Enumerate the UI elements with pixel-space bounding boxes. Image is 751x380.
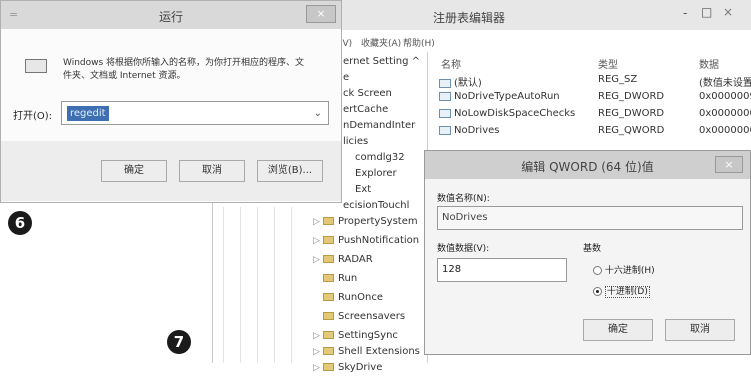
tree-item[interactable]: Screensavers bbox=[313, 311, 405, 329]
folder-icon bbox=[323, 236, 334, 244]
string-value-icon bbox=[439, 78, 451, 88]
table-row[interactable]: NoLowDiskSpaceChecks REG_DWORD 0x0000000… bbox=[433, 108, 751, 124]
folder-icon bbox=[323, 293, 334, 301]
column-header-name[interactable]: 名称 bbox=[441, 56, 461, 71]
table-row[interactable]: NoDrives REG_QWORD 0x00000000 bbox=[433, 125, 751, 141]
expand-icon[interactable]: ▷ bbox=[313, 217, 323, 227]
tree-guide-line bbox=[291, 207, 292, 363]
binary-value-icon bbox=[439, 91, 451, 101]
tree-item[interactable]: Run bbox=[313, 273, 357, 291]
tree-item[interactable]: RunOnce bbox=[313, 292, 383, 310]
run-body: Windows 将根据你所输入的名称，为你打开相应的程序、文件夹、文档或 Int… bbox=[1, 29, 341, 202]
expand-icon[interactable]: ▷ bbox=[313, 331, 323, 341]
chevron-down-icon[interactable]: ⌄ bbox=[314, 103, 322, 125]
folder-icon bbox=[323, 274, 334, 282]
column-header-data[interactable]: 数据 bbox=[699, 56, 719, 71]
folder-icon bbox=[323, 312, 334, 320]
menu-favorites[interactable]: 收藏夹(A) bbox=[361, 36, 401, 49]
folder-icon bbox=[323, 363, 334, 371]
tree-item[interactable]: ▷ PropertySystem bbox=[313, 216, 418, 234]
open-input-value: regedit bbox=[67, 106, 109, 121]
edit-qword-dialog: 编辑 QWORD (64 位)值 × 数值名称(N): NoDrives 数值数… bbox=[424, 150, 751, 355]
hex-option[interactable]: 十六进制(H) bbox=[593, 263, 655, 276]
expand-icon[interactable]: ▷ bbox=[313, 347, 323, 357]
tree-item[interactable]: ▷ SkyDrive bbox=[313, 362, 382, 380]
folder-icon bbox=[323, 331, 334, 339]
run-dialog: = 运行 × Windows 将根据你所输入的名称，为你打开相应的程序、文件夹、… bbox=[0, 0, 342, 203]
table-row[interactable]: (默认) REG_SZ (数值未设置) bbox=[433, 74, 751, 90]
minimize-button[interactable]: - bbox=[683, 6, 687, 20]
close-icon: × bbox=[316, 7, 326, 20]
qword-titlebar[interactable]: 编辑 QWORD (64 位)值 × bbox=[425, 151, 750, 179]
base-label: 基数 bbox=[583, 244, 602, 254]
cancel-button[interactable]: 取消 bbox=[179, 160, 245, 182]
qword-cancel-button[interactable]: 取消 bbox=[665, 319, 735, 341]
column-header-type[interactable]: 类型 bbox=[598, 56, 618, 71]
binary-value-icon bbox=[439, 108, 451, 118]
step-badge-seven: 7 bbox=[167, 330, 191, 354]
run-program-icon bbox=[25, 59, 47, 73]
tree-item[interactable]: ▷ RADAR bbox=[313, 254, 373, 272]
open-label: 打开(O): bbox=[13, 111, 53, 122]
browse-button[interactable]: 浏览(B)... bbox=[257, 160, 323, 182]
qword-title: 编辑 QWORD (64 位)值 bbox=[521, 160, 654, 174]
tree-guide-line bbox=[240, 207, 241, 363]
tree-guide-line bbox=[223, 207, 224, 363]
hex-radio[interactable] bbox=[593, 266, 602, 275]
expand-icon[interactable]: ▷ bbox=[313, 236, 323, 246]
open-input[interactable]: regedit ⌄ bbox=[61, 101, 329, 125]
tree-guide-line bbox=[257, 207, 258, 363]
run-titlebar[interactable]: = 运行 × bbox=[1, 1, 341, 29]
dec-radio[interactable] bbox=[593, 287, 602, 296]
menu-help[interactable]: 帮助(H) bbox=[403, 36, 435, 49]
regedit-title: 注册表编辑器 bbox=[433, 11, 506, 25]
qword-close-button[interactable]: × bbox=[715, 156, 743, 173]
folder-icon bbox=[323, 347, 334, 355]
value-name-label: 数值名称(N): bbox=[437, 194, 490, 204]
maximize-button[interactable]: □ bbox=[701, 5, 712, 19]
ok-button[interactable]: 确定 bbox=[101, 160, 167, 182]
tree-item[interactable]: ▷ PushNotification bbox=[313, 235, 419, 253]
expand-icon[interactable]: ▷ bbox=[313, 255, 323, 265]
tree-guide-line bbox=[274, 207, 275, 363]
close-icon: × bbox=[724, 158, 734, 171]
close-button[interactable]: × bbox=[723, 5, 733, 19]
folder-icon bbox=[323, 255, 334, 263]
value-data-label: 数值数据(V): bbox=[437, 244, 490, 254]
value-name-field[interactable]: NoDrives bbox=[437, 206, 743, 230]
table-row[interactable]: NoDriveTypeAutoRun REG_DWORD 0x00000091 bbox=[433, 91, 751, 107]
binary-value-icon bbox=[439, 125, 451, 135]
qword-ok-button[interactable]: 确定 bbox=[583, 319, 653, 341]
dec-option[interactable]: 十进制(D) bbox=[593, 284, 650, 298]
run-title: 运行 bbox=[158, 10, 183, 24]
value-data-input[interactable]: 128 bbox=[437, 258, 567, 282]
run-close-button[interactable]: × bbox=[306, 5, 336, 23]
expand-icon[interactable]: ▷ bbox=[313, 363, 323, 373]
values-list[interactable]: 名称 类型 数据 (默认) REG_SZ (数值未设置) NoDriveType… bbox=[433, 52, 751, 152]
chevron-up-icon: ^ bbox=[411, 56, 421, 67]
tree-item[interactable]: ernet Setting ^ bbox=[343, 56, 420, 74]
run-description: Windows 将根据你所输入的名称，为你打开相应的程序、文件夹、文档或 Int… bbox=[63, 58, 305, 81]
column-header-row: 名称 类型 数据 bbox=[433, 56, 751, 72]
step-badge-six: 6 bbox=[8, 211, 32, 235]
folder-icon bbox=[323, 217, 334, 225]
